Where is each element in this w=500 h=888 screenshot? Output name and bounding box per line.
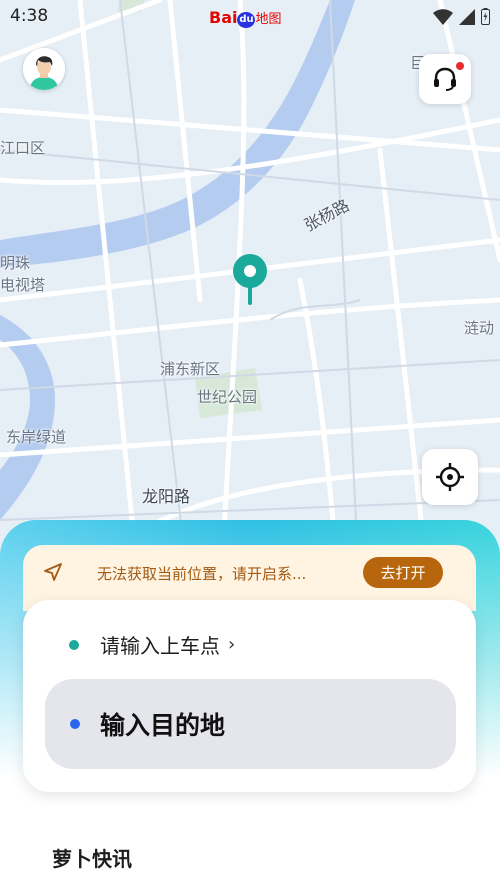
wifi-icon [433, 8, 453, 25]
baidu-map-logo: Bai du 地图 [209, 8, 282, 28]
map-label-century-park: 世纪公园 [197, 388, 258, 406]
notice-text: 无法获取当前位置，请开启系... [97, 565, 307, 583]
navigation-arrow-icon [44, 563, 62, 581]
destination-label: 输入目的地 [100, 711, 226, 740]
destination-dot [70, 719, 80, 729]
map-label-pudong: 浦东新区 [160, 360, 221, 378]
avatar-icon [23, 48, 65, 90]
notification-dot [456, 62, 464, 70]
signal-icon [459, 8, 475, 25]
map-label-greenway: 东岸绿道 [6, 428, 67, 446]
user-avatar[interactable] [23, 48, 65, 90]
map-label-right-edge: 涟动 [464, 319, 495, 337]
crosshair-icon [436, 463, 464, 491]
destination-input[interactable]: 输入目的地 [45, 679, 456, 769]
baidu-paw-icon: du [237, 12, 256, 28]
headset-icon [434, 67, 456, 91]
map-label-district: 江口区 [0, 139, 46, 157]
map-label-pearl-1: 明珠 [0, 254, 31, 272]
locate-me-button[interactable] [422, 449, 478, 505]
news-section-title: 萝卜快讯 [52, 847, 132, 871]
open-location-button[interactable]: 去打开 [363, 557, 443, 588]
customer-service-button[interactable] [419, 54, 471, 104]
pickup-input[interactable]: 请输入上车点 › [69, 630, 235, 659]
map-label-pearl-2: 电视塔 [0, 276, 46, 294]
status-icons [433, 8, 490, 25]
chevron-right-icon: › [228, 634, 236, 655]
status-time: 4:38 [10, 6, 49, 26]
map-label-longyang-road: 龙阳路 [142, 487, 191, 506]
pickup-label: 请输入上车点 [100, 634, 220, 658]
battery-icon [481, 8, 490, 25]
pickup-dot [69, 639, 79, 650]
